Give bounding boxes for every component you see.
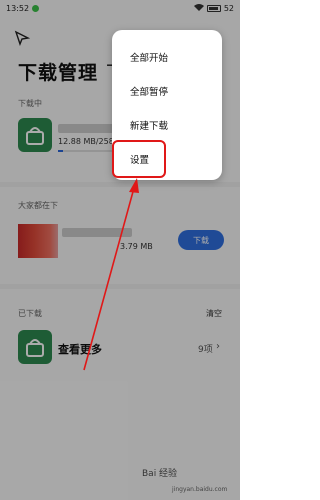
watermark-logo: Bai 经验 bbox=[142, 469, 178, 479]
menu-item-start-all[interactable]: 全部开始 bbox=[130, 50, 168, 64]
menu-item-pause-all[interactable]: 全部暂停 bbox=[130, 84, 168, 98]
watermark-url: jingyan.baidu.com bbox=[172, 486, 228, 493]
settings-highlight-box bbox=[112, 140, 166, 178]
menu-item-new-download[interactable]: 新建下载 bbox=[130, 118, 168, 132]
